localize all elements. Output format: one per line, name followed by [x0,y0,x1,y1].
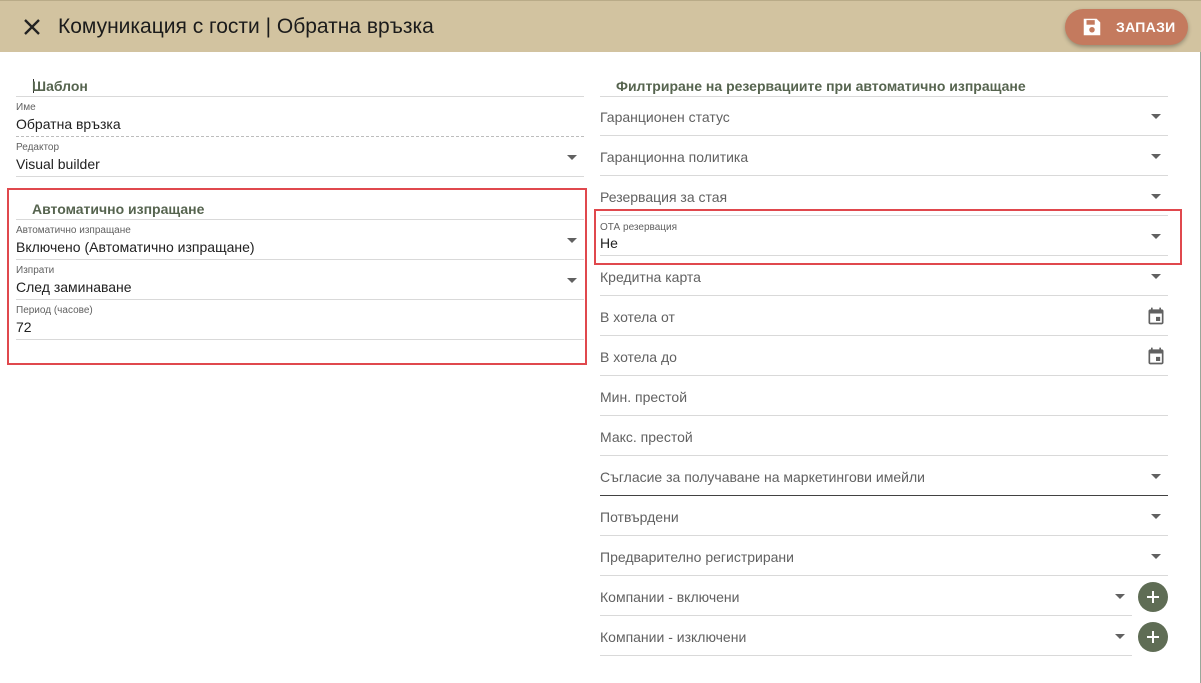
period-field-value: 72 [16,319,32,335]
filter-marketing-consent[interactable]: Съгласие за получаване на маркетингови и… [600,456,1168,496]
filter-label: Компании - изключени [600,629,747,645]
filter-credit-card[interactable]: Кредитна карта [600,256,1168,296]
send-select-label: Изпрати [16,265,55,276]
close-button[interactable] [18,13,46,41]
filters-heading: Филтриране на резервациите при автоматич… [616,78,1026,94]
filter-label: В хотела от [600,309,675,325]
chevron-down-icon[interactable] [567,278,577,283]
chevron-down-icon[interactable] [1151,274,1161,279]
plus-icon [1147,591,1159,603]
page-title: Комуникация с гости | Обратна връзка [58,15,434,38]
chevron-down-icon[interactable] [1151,154,1161,159]
chevron-down-icon[interactable] [1151,194,1161,199]
auto-send-select[interactable]: Автоматично изпращане Включено (Автомати… [16,221,584,260]
chevron-down-icon[interactable] [567,238,577,243]
editor-select-value: Visual builder [16,156,100,172]
filter-label: Гаранционен статус [600,109,730,125]
filter-companies-included[interactable]: Компании - включени [600,576,1132,616]
save-button-label: ЗАПАЗИ [1116,19,1176,35]
filter-room-reservation[interactable]: Резервация за стая [600,176,1168,216]
name-field-label: Име [16,102,36,113]
editor-select-label: Редактор [16,142,60,153]
template-heading-divider [16,96,584,97]
plus-icon [1147,631,1159,643]
filter-in-hotel-from[interactable]: В хотела от [600,296,1168,336]
send-select[interactable]: Изпрати След заминаване [16,261,584,300]
floppy-disk-icon [1083,18,1101,36]
filter-label: Съгласие за получаване на маркетингови и… [600,469,925,485]
template-heading: Шаблон [32,78,88,94]
add-company-excluded-button[interactable] [1138,622,1168,652]
save-button[interactable]: ЗАПАЗИ [1065,9,1188,45]
filter-guarantee-policy[interactable]: Гаранционна политика [600,136,1168,176]
close-icon [24,19,40,35]
auto-send-select-value: Включено (Автоматично изпращане) [16,239,255,255]
calendar-icon[interactable] [1146,346,1166,366]
chevron-down-icon[interactable] [1151,554,1161,559]
filter-label: ОТА резервация [600,222,677,233]
filter-preregistered[interactable]: Предварително регистрирани [600,536,1168,576]
auto-send-heading-divider [16,219,584,220]
filter-guarantee-status[interactable]: Гаранционен статус [600,96,1168,136]
filter-min-stay[interactable]: Мин. престой [600,376,1168,416]
editor-select[interactable]: Редактор Visual builder [16,138,584,177]
add-company-included-button[interactable] [1138,582,1168,612]
top-bar: Комуникация с гости | Обратна връзка ЗАП… [0,0,1201,52]
name-field[interactable]: Име Обратна връзка [16,98,584,137]
filter-label: Кредитна карта [600,269,701,285]
calendar-icon[interactable] [1146,306,1166,326]
filter-label: Компании - включени [600,589,740,605]
chevron-down-icon[interactable] [1151,514,1161,519]
period-field[interactable]: Период (часове) 72 [16,301,584,340]
filter-label: Резервация за стая [600,189,728,205]
auto-send-heading: Автоматично изпращане [32,201,205,217]
chevron-down-icon[interactable] [1115,634,1125,639]
filter-confirmed[interactable]: Потвърдени [600,496,1168,536]
filter-label: Предварително регистрирани [600,549,794,565]
filter-max-stay[interactable]: Макс. престой [600,416,1168,456]
filter-ota-reservation[interactable]: ОТА резервация Не [600,216,1168,256]
send-select-value: След заминаване [16,279,132,295]
chevron-down-icon[interactable] [1115,594,1125,599]
chevron-down-icon[interactable] [1151,114,1161,119]
filter-label: Мин. престой [600,389,688,405]
auto-send-select-label: Автоматично изпращане [16,225,131,236]
filter-label: Макс. престой [600,429,693,445]
chevron-down-icon[interactable] [567,155,577,160]
filter-companies-excluded[interactable]: Компании - изключени [600,616,1132,656]
period-field-label: Период (часове) [16,305,93,316]
filter-label: В хотела до [600,349,677,365]
chevron-down-icon[interactable] [1151,474,1161,479]
name-field-value: Обратна връзка [16,116,121,132]
filter-label: Потвърдени [600,509,679,525]
filter-label: Гаранционна политика [600,149,749,165]
filter-value: Не [600,235,618,251]
chevron-down-icon[interactable] [1151,234,1161,239]
filter-in-hotel-to[interactable]: В хотела до [600,336,1168,376]
